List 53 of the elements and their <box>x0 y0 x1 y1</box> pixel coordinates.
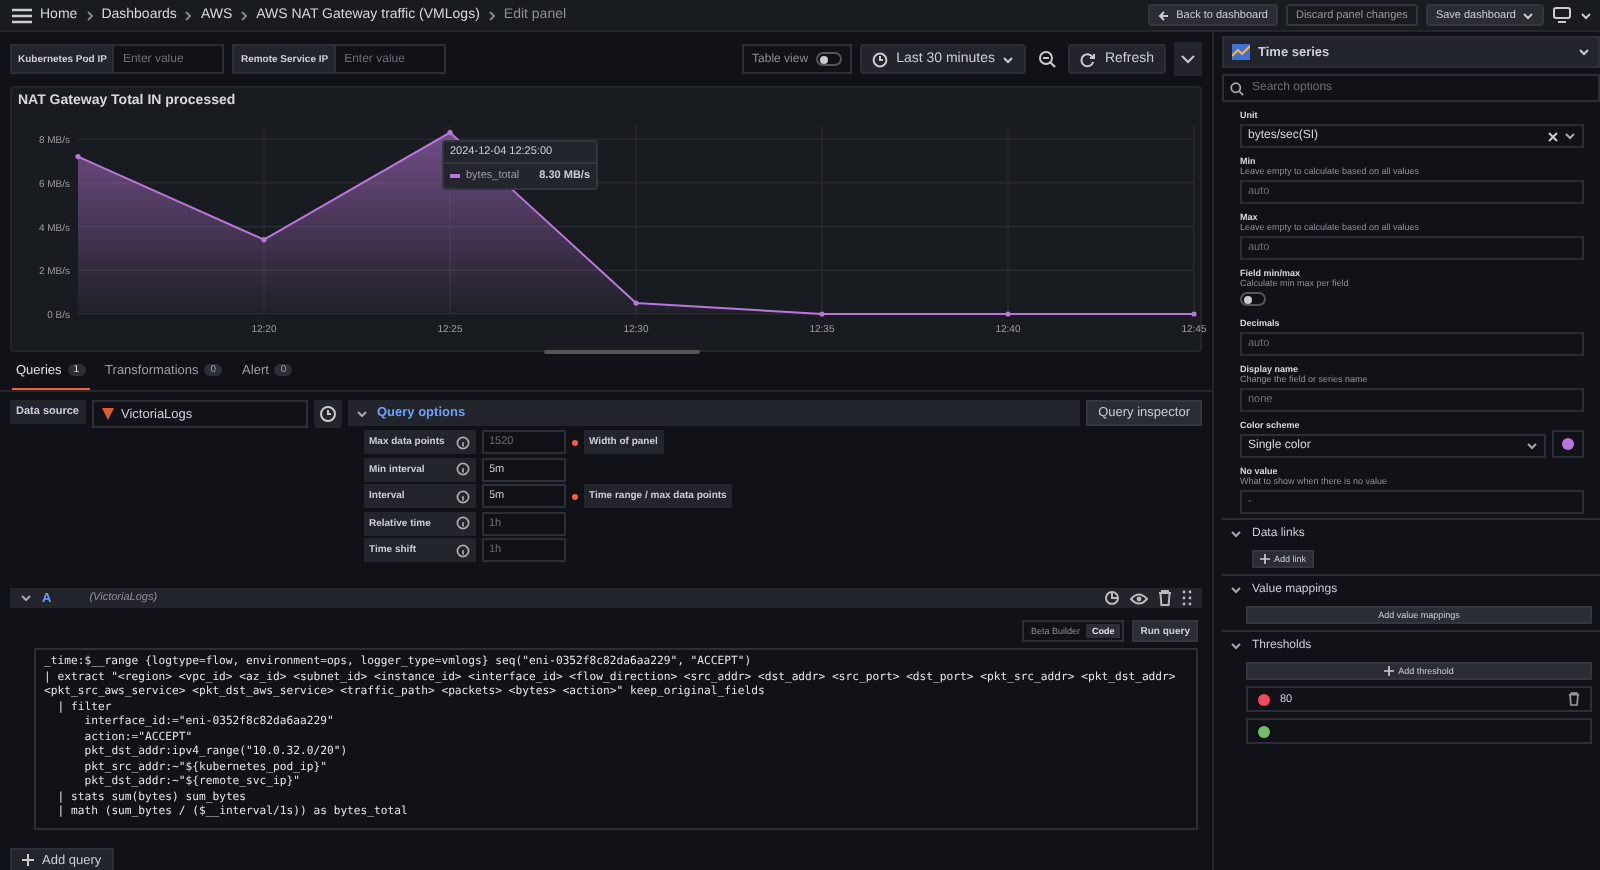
caret-icon[interactable] <box>1580 11 1592 19</box>
data-point <box>633 300 639 306</box>
threshold-color-dot[interactable] <box>1258 693 1270 705</box>
plus-icon <box>1384 666 1395 676</box>
chevron-icon[interactable] <box>20 594 32 602</box>
arrow-left-icon <box>1158 9 1171 21</box>
clock-icon <box>872 51 889 67</box>
caret-icon <box>1522 11 1534 19</box>
zoom-out-icon[interactable] <box>1038 50 1057 68</box>
chevron-right-icon <box>184 9 193 21</box>
scroll-handle[interactable] <box>544 350 700 354</box>
toggle-switch[interactable] <box>1240 292 1266 306</box>
chevron-icon[interactable] <box>1230 642 1242 650</box>
pie-icon[interactable] <box>1104 590 1120 606</box>
info-icon[interactable] <box>455 489 469 503</box>
caret-icon <box>1002 55 1015 63</box>
data-point <box>75 154 81 160</box>
info-icon[interactable] <box>455 516 469 530</box>
plus-icon <box>22 854 34 866</box>
chart-icon <box>1232 44 1250 60</box>
chevron-right-icon <box>240 9 249 21</box>
chevron-right-icon <box>487 9 496 21</box>
data-point <box>447 129 453 136</box>
color-picker[interactable] <box>1552 430 1584 458</box>
info-icon[interactable] <box>455 462 469 476</box>
plus-icon <box>1260 554 1270 564</box>
caret-icon[interactable] <box>1174 42 1202 76</box>
drag-handle-icon[interactable] <box>1182 590 1192 606</box>
chevron-right-icon <box>85 9 94 21</box>
asterisk-icon <box>571 493 577 499</box>
chevron-icon[interactable] <box>1230 586 1242 594</box>
threshold-color-dot[interactable] <box>1258 725 1270 737</box>
info-icon[interactable] <box>455 435 469 449</box>
eye-icon[interactable] <box>1130 591 1148 605</box>
chevron-icon <box>355 409 367 417</box>
logo-icon <box>99 406 115 422</box>
data-point <box>261 237 267 243</box>
caret-icon <box>1564 132 1576 140</box>
trash-icon[interactable] <box>1568 692 1580 706</box>
monitor-icon[interactable] <box>1552 6 1572 24</box>
menu-icon[interactable] <box>12 7 32 23</box>
data-point <box>1191 311 1197 317</box>
clear-icon[interactable] <box>1548 131 1558 141</box>
chevron-icon[interactable] <box>1230 530 1242 538</box>
refresh-icon <box>1080 51 1097 67</box>
caret-icon <box>1578 48 1590 56</box>
data-point <box>819 311 825 317</box>
caret-icon <box>1526 442 1538 450</box>
info-icon[interactable] <box>455 543 469 557</box>
trash-icon[interactable] <box>1158 590 1172 606</box>
data-point <box>1005 311 1011 317</box>
asterisk-icon <box>571 439 577 445</box>
history-icon[interactable] <box>313 400 341 428</box>
